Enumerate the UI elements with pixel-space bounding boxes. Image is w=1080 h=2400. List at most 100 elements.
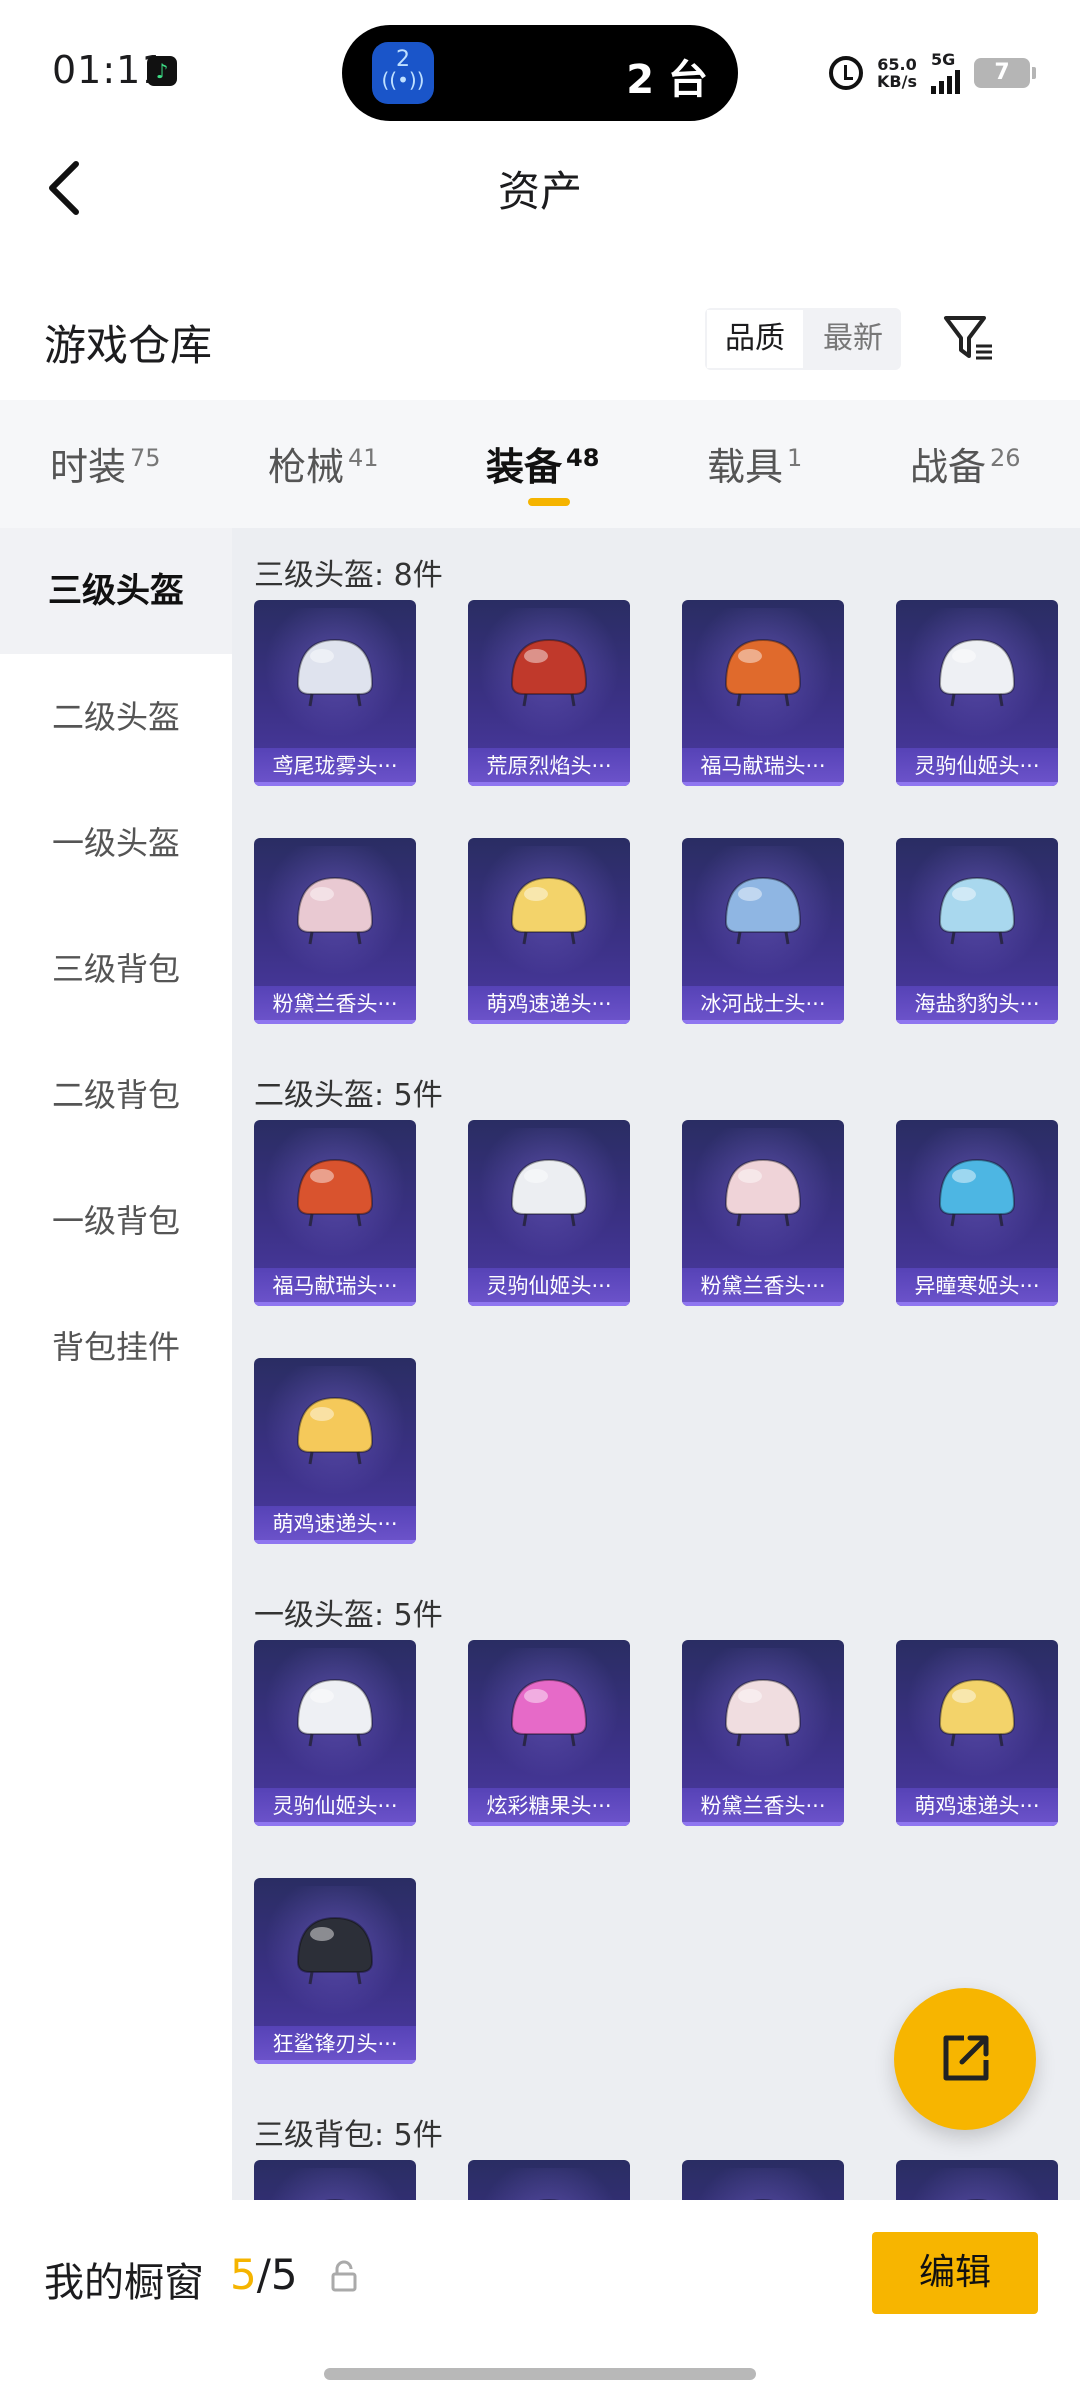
item-card-label: 粉黛兰香头··· [682,1268,844,1306]
section-title: 二级头盔: 5件 [254,1078,443,1113]
item-card-label: 异瞳寒姬头··· [896,1268,1058,1306]
sidebar-item-level3-backpack[interactable]: 三级背包 [0,906,232,1032]
sidebar-item-level2-backpack[interactable]: 二级背包 [0,1032,232,1158]
showcase-bar: 我的橱窗 5/5 编辑 [0,2200,1080,2400]
active-tab-indicator [528,498,570,506]
item-card[interactable]: 灵驹仙姬头··· [254,1640,416,1826]
sidebar-item-level1-helmet[interactable]: 一级头盔 [0,780,232,906]
filter-icon[interactable] [940,310,996,366]
section-title: 一级头盔: 5件 [254,1598,443,1633]
item-card[interactable]: 萌鸡速递头··· [254,1358,416,1544]
sidebar-item-level2-helmet[interactable]: 二级头盔 [0,654,232,780]
item-card-label: 鸢尾珑雾头··· [254,748,416,786]
item-card-label: 萌鸡速递头··· [468,986,630,1024]
edit-button[interactable]: 编辑 [872,2232,1038,2314]
home-indicator [324,2368,756,2380]
item-card-label: 狂鲨锋刃头··· [254,2026,416,2064]
sort-quality-button[interactable]: 品质 [705,308,805,370]
item-card[interactable] [254,2160,416,2200]
item-card[interactable]: 粉黛兰香头··· [254,838,416,1024]
item-card[interactable]: 福马献瑞头··· [682,600,844,786]
item-card-label: 灵驹仙姬头··· [468,1268,630,1306]
item-card[interactable] [682,2160,844,2200]
tab-count: 1 [787,444,803,473]
page-title: 资产 [497,167,582,216]
network-speed: 65.0 KB/s [877,55,917,91]
item-card[interactable]: 福马献瑞头··· [254,1120,416,1306]
item-card[interactable]: 异瞳寒姬头··· [896,1120,1058,1306]
item-card[interactable]: 灵驹仙姬头··· [468,1120,630,1306]
helmet-icon [753,2198,773,2200]
lock-icon [331,2260,357,2292]
helmet-icon [296,1916,374,1985]
helmet-icon [296,1396,374,1465]
item-card-label: 粉黛兰香头··· [254,986,416,1024]
item-card[interactable]: 粉黛兰香头··· [682,1120,844,1306]
sort-latest-button[interactable]: 最新 [805,308,901,370]
item-card[interactable]: 冰河战士头··· [682,838,844,1024]
tab-count: 75 [130,444,161,473]
status-bar: 01:11 ♪ 2 ((•)) 2 台 65.0 KB/s 5G 7 [0,0,1080,130]
tab-label: 载具 [707,445,784,489]
title-bar: 资产 [0,130,1080,240]
item-card-label: 福马献瑞头··· [682,748,844,786]
sidebar-item-level3-helmet[interactable]: 三级头盔 [0,528,232,654]
tab-vehicles[interactable]: 载具 1 [707,400,817,528]
item-card[interactable]: 萌鸡速递头··· [896,1640,1058,1826]
item-card[interactable]: 狂鲨锋刃头··· [254,1878,416,2064]
helmet-icon [325,2198,345,2200]
helmet-icon [296,1158,374,1227]
item-card[interactable]: 鸢尾珑雾头··· [254,600,416,786]
tab-equipment[interactable]: 装备 48 [486,400,616,528]
item-card-label: 粉黛兰香头··· [682,1788,844,1826]
item-card[interactable] [896,2160,1058,2200]
item-card[interactable] [468,2160,630,2200]
warehouse-title: 游戏仓库 [44,321,213,370]
item-card-label: 炫彩糖果头··· [468,1788,630,1826]
item-card-label: 海盐豹豹头··· [896,986,1058,1024]
helmet-icon [724,1158,802,1227]
helmet-icon [510,638,588,707]
sidebar-item-backpack-charm[interactable]: 背包挂件 [0,1284,232,1410]
item-card[interactable]: 海盐豹豹头··· [896,838,1058,1024]
section-title: 三级背包: 5件 [254,2118,443,2153]
helmet-icon [539,2198,559,2200]
item-card[interactable]: 荒原烈焰头··· [468,600,630,786]
sidebar-item-level1-backpack[interactable]: 一级背包 [0,1158,232,1284]
network-type: 5G [931,50,956,69]
item-card-label: 灵驹仙姬头··· [896,748,1058,786]
helmet-icon [938,638,1016,707]
island-device-count: 2 台 [626,57,708,103]
subcategory-sidebar: 三级头盔 二级头盔 一级头盔 三级背包 二级背包 一级背包 背包挂件 [0,528,232,2200]
item-card-label: 福马献瑞头··· [254,1268,416,1306]
item-grid: 三级头盔: 8件 鸢尾珑雾头··· 荒原烈焰头··· 福马献瑞头··· 灵驹仙姬头···… [232,528,1080,2200]
item-card[interactable]: 萌鸡速递头··· [468,838,630,1024]
dynamic-island[interactable]: 2 ((•)) 2 台 [342,25,738,121]
showcase-count: 5/5 [230,2250,298,2299]
island-badge: 2 [396,47,410,72]
item-card-label: 萌鸡速递头··· [896,1788,1058,1826]
helmet-icon [724,638,802,707]
section-title: 三级头盔: 8件 [254,558,443,593]
item-card[interactable]: 粉黛兰香头··· [682,1640,844,1826]
category-tabs: 时装 75 枪械 41 装备 48 载具 1 战备 26 [0,400,1080,528]
share-button[interactable] [894,1988,1036,2130]
battery-icon: 7 [974,58,1036,88]
status-icons: 65.0 KB/s 5G 7 [829,50,1036,94]
item-card-label: 荒原烈焰头··· [468,748,630,786]
item-card-label: 灵驹仙姬头··· [254,1788,416,1826]
item-card[interactable]: 炫彩糖果头··· [468,1640,630,1826]
tab-label: 装备 [486,445,563,489]
helmet-icon [967,2198,987,2200]
helmet-icon [296,1678,374,1747]
helmet-icon [724,1678,802,1747]
tab-battle-supplies[interactable]: 战备 26 [910,400,1060,528]
item-card[interactable]: 灵驹仙姬头··· [896,600,1058,786]
tab-fashion[interactable]: 时装 75 [50,400,180,528]
alarm-icon [829,56,864,90]
tab-firearms[interactable]: 枪械 41 [268,400,398,528]
helmet-icon [296,638,374,707]
helmet-icon [938,1678,1016,1747]
helmet-icon [510,1678,588,1747]
tab-count: 26 [990,444,1021,473]
